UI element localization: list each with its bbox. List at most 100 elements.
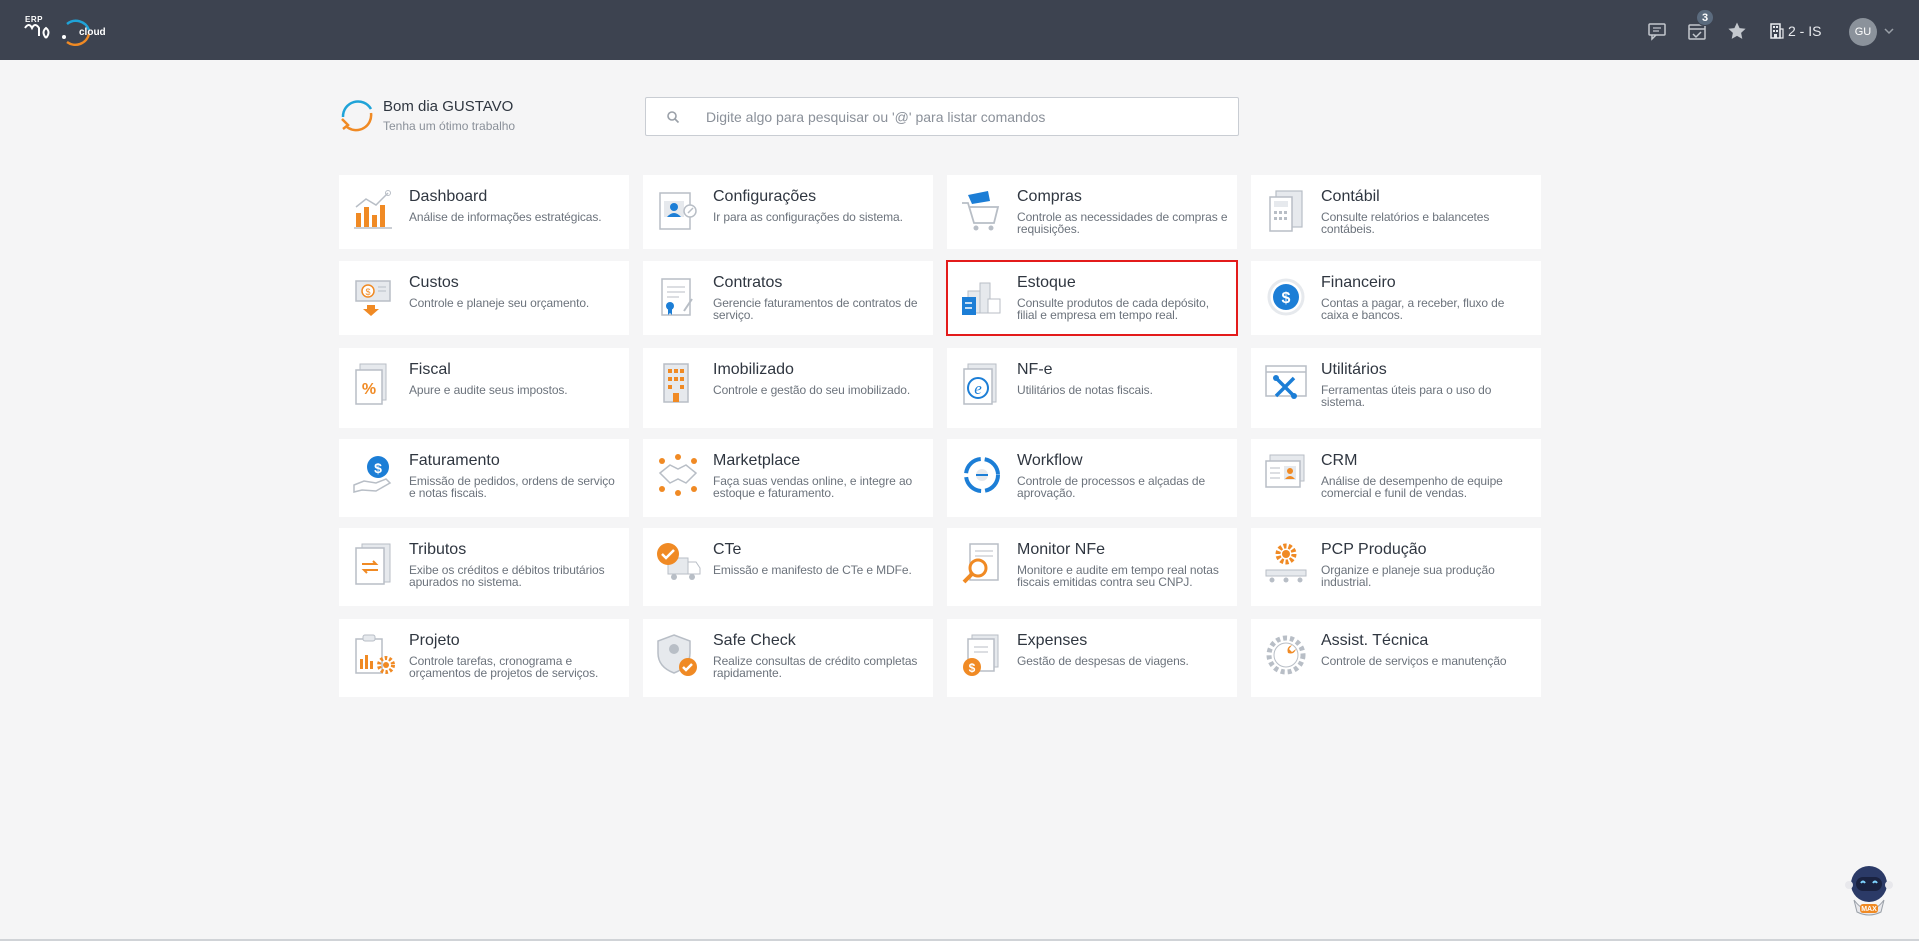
module-description: Consulte produtos de cada depósito, fili… (1017, 296, 1209, 322)
module-card-estoque[interactable]: Estoque Consulte produtos de cada depósit… (946, 260, 1238, 336)
module-title: Projeto (409, 632, 460, 649)
module-title: Imobilizado (713, 361, 794, 378)
module-card-custos[interactable]: $ Custos Controle e planeje seu orçamento. (339, 261, 629, 335)
expenses-receipt-icon: $ (963, 634, 999, 676)
module-description: Ir para as configurações do sistema. (713, 210, 903, 224)
module-description: Análise de informações estratégicas. (409, 210, 602, 224)
module-title: Tributos (409, 541, 467, 558)
module-title: Workflow (1017, 452, 1083, 469)
svg-text:$: $ (365, 287, 370, 297)
module-description: Gerencie faturamentos de contratos de se… (713, 296, 918, 322)
building-assets-icon (663, 363, 689, 403)
module-card-monitor-nfe[interactable]: Monitor NFe Monitore e audite em tempo re… (947, 528, 1237, 606)
favorites-star-icon[interactable] (1724, 18, 1750, 44)
module-title: Dashboard (409, 188, 488, 205)
module-card-dashboard[interactable]: Dashboard Análise de informações estratég… (339, 175, 629, 249)
module-title: Expenses (1017, 632, 1088, 649)
svg-text:$: $ (969, 661, 976, 675)
module-title: Fiscal (409, 361, 451, 378)
chat-icon[interactable] (1644, 18, 1670, 44)
module-title: Contratos (713, 274, 783, 291)
module-card-contabil[interactable]: Contábil Consulte relatórios e balancetes… (1251, 175, 1541, 249)
module-description: Organize e planeje sua produção industri… (1321, 563, 1495, 589)
module-card-expenses[interactable]: $ Expenses Gestão de despesas de viagens. (947, 619, 1237, 697)
settings-profile-icon (659, 192, 697, 230)
search-input[interactable] (706, 108, 1226, 125)
module-card-fiscal[interactable]: % Fiscal Apure e audite seus impostos. (339, 348, 629, 428)
module-title: Financeiro (1321, 274, 1396, 291)
greeting-title: Bom dia GUSTAVO (383, 98, 514, 115)
module-title: Safe Check (713, 632, 796, 649)
module-card-tributos[interactable]: Tributos Exibe os créditos e débitos trib… (339, 528, 629, 606)
module-card-cte[interactable]: CTe Emissão e manifesto de CTe e MDFe. (643, 528, 933, 606)
module-card-utilitarios[interactable]: Utilitários Ferramentas úteis para o uso … (1251, 348, 1541, 428)
svg-text:e: e (974, 379, 982, 398)
module-card-compras[interactable]: Compras Controle as necessidades de compr… (947, 175, 1237, 249)
project-clipboard-gear-icon (355, 634, 395, 674)
company-selector[interactable]: 2 - IS (1770, 20, 1821, 42)
module-card-contratos[interactable]: Contratos Gerencie faturamentos de contra… (643, 261, 933, 335)
module-description: Controle e gestão do seu imobilizado. (713, 383, 911, 397)
greeting-subtitle: Tenha um ótimo trabalho (383, 119, 516, 133)
module-card-pcp-producao[interactable]: PCP Produção Organize e planeje sua produ… (1251, 528, 1541, 606)
max-label: MAX (1861, 906, 1877, 913)
max-assistant-icon[interactable]: MAX (1840, 862, 1898, 920)
svg-text:$: $ (1282, 290, 1291, 307)
tools-utilities-icon (1265, 365, 1307, 399)
module-card-workflow[interactable]: Workflow Controle de processos e alçadas … (947, 439, 1237, 517)
safe-check-shield-icon (657, 634, 697, 676)
costs-money-icon: $ (355, 280, 391, 316)
module-card-safe-check[interactable]: Safe Check Realize consultas de crédito c… (643, 619, 933, 697)
contract-document-icon (661, 278, 693, 316)
module-title: CRM (1321, 452, 1358, 469)
module-description: Controle as necessidades de compras e re… (1017, 210, 1228, 236)
module-description: Gestão de despesas de viagens. (1017, 654, 1189, 668)
module-card-projeto[interactable]: Projeto Controle tarefas, cronograma e or… (339, 619, 629, 697)
module-description: Controle de serviços e manutenção (1321, 654, 1507, 668)
module-card-configuracoes[interactable]: Configurações Ir para as configurações do… (643, 175, 933, 249)
workflow-cycle-icon (964, 457, 1000, 493)
chevron-down-icon[interactable] (1882, 24, 1896, 38)
finance-dollar-icon: $ (1267, 278, 1305, 316)
module-title: Marketplace (713, 452, 801, 469)
svg-text:%: % (362, 381, 376, 398)
production-gear-icon (1265, 543, 1307, 583)
module-description: Análise de desempenho de equipe comercia… (1321, 474, 1503, 500)
company-label: 2 - IS (1788, 23, 1822, 39)
building-icon (1770, 23, 1784, 39)
module-card-marketplace[interactable]: Marketplace Faça suas vendas online, e in… (643, 439, 933, 517)
module-card-imobilizado[interactable]: Imobilizado Controle e gestão do seu imob… (643, 348, 933, 428)
module-title: PCP Produção (1321, 541, 1427, 558)
module-description: Apure e audite seus impostos. (409, 383, 568, 397)
module-title: CTe (713, 541, 742, 558)
crm-contact-card-icon (1265, 454, 1305, 488)
module-title: Estoque (1017, 274, 1076, 291)
user-avatar[interactable]: GU (1849, 18, 1877, 46)
module-description: Contas a pagar, a receber, fluxo de caix… (1321, 296, 1505, 322)
calendar-tasks-icon[interactable]: 3 (1684, 9, 1714, 44)
tech-support-wrench-icon (1266, 635, 1306, 675)
search-box[interactable] (645, 97, 1239, 136)
module-card-assist-tecnica[interactable]: Assist. Técnica Controle de serviços e ma… (1251, 619, 1541, 697)
billing-hand-dollar-icon: $ (353, 456, 392, 493)
module-card-nf-e[interactable]: e NF-e Utilitários de notas fiscais. (947, 348, 1237, 428)
erp-logo[interactable]: ERP cloud (22, 10, 122, 52)
nfe-document-icon: e (963, 363, 997, 405)
top-bar: ERP cloud 3 2 - IS GU (0, 0, 1919, 60)
module-card-crm[interactable]: CRM Análise de desempenho de equipe comer… (1251, 439, 1541, 517)
cte-truck-check-icon (657, 543, 701, 580)
warehouse-stock-icon (962, 282, 1001, 315)
dashboard-chart-icon (354, 190, 392, 229)
module-description: Consulte relatórios e balancetes contábe… (1321, 210, 1490, 236)
module-title: Contábil (1321, 188, 1380, 205)
module-description: Ferramentas úteis para o uso do sistema. (1321, 383, 1492, 409)
module-title: NF-e (1017, 361, 1053, 378)
module-card-financeiro[interactable]: $ Financeiro Contas a pagar, a receber, fl… (1251, 261, 1541, 335)
module-title: Monitor NFe (1017, 541, 1106, 558)
module-description: Monitore e audite em tempo real notas fi… (1017, 563, 1219, 589)
module-card-faturamento[interactable]: $ Faturamento Emissão de pedidos, ordens d… (339, 439, 629, 517)
accounting-calculator-icon (1269, 190, 1303, 232)
svg-text:$: $ (374, 460, 382, 476)
shopping-cart-icon (962, 191, 1000, 231)
fiscal-percent-icon: % (355, 363, 387, 405)
